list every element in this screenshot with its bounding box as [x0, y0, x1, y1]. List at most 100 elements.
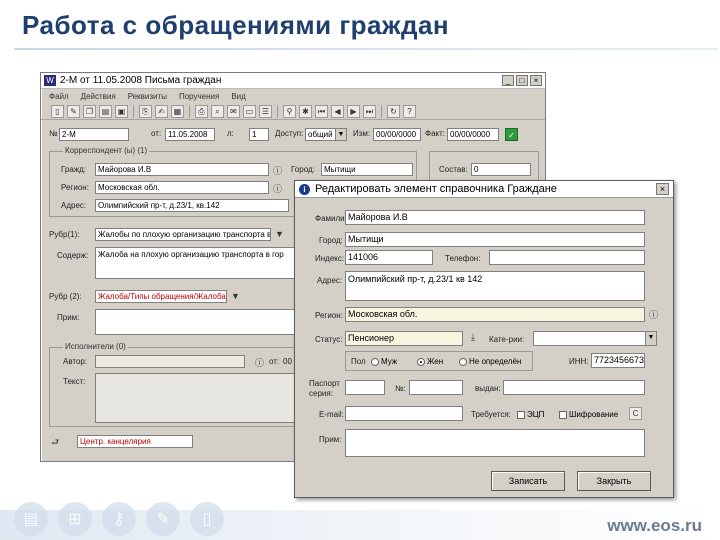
next-icon[interactable]: ▶	[347, 104, 360, 118]
info-icon[interactable]: ⓘ	[255, 356, 264, 369]
city-field[interactable]: Мытищи	[345, 232, 645, 247]
refresh-icon[interactable]: ↻	[387, 104, 400, 118]
changed-date-field[interactable]: 00/00/0000	[373, 128, 421, 141]
attach-icon[interactable]: ⎘	[139, 104, 152, 118]
phone-field[interactable]	[489, 250, 645, 265]
return-icon[interactable]: ⮐	[51, 435, 59, 451]
passport-series-field[interactable]	[345, 380, 385, 395]
author-field[interactable]	[95, 355, 245, 368]
dialog-titlebar: i Редактировать элемент справочника Граж…	[295, 181, 673, 198]
new-doc-icon[interactable]: ▯	[51, 104, 64, 118]
status-label: Статус:	[315, 335, 343, 344]
copy-icon[interactable]: ❐	[83, 104, 96, 118]
dropdown-icon[interactable]: ▼	[275, 229, 284, 239]
encrypt-checkbox[interactable]: Шифрование	[559, 410, 618, 419]
surname-field[interactable]: Майорова И.В	[345, 210, 645, 225]
send-field[interactable]: Жалоба/Типы обращения/Жалоба	[95, 290, 227, 303]
document-icon: ▤	[14, 502, 48, 536]
report-icon[interactable]: ▦	[171, 104, 184, 118]
sign-icon[interactable]: ✍	[155, 104, 168, 118]
menu-requisites[interactable]: Реквизиты	[128, 92, 167, 101]
close-button[interactable]: ×	[656, 183, 669, 195]
rubric-field[interactable]: Жалобы по плохую организацию транспорта …	[95, 228, 271, 241]
region-label: Регион:	[61, 183, 89, 192]
main-window-title: 2-М от 11.05.2008 Письма граждан	[60, 75, 222, 86]
menu-view[interactable]: Вид	[231, 92, 245, 101]
state-field[interactable]: 0	[471, 163, 531, 176]
paste-icon[interactable]: ▤	[99, 104, 112, 118]
issued-field[interactable]	[503, 380, 645, 395]
close-button[interactable]: ×	[530, 75, 542, 86]
address-textarea[interactable]: Олимпийский пр-т, д.23/1 кв 142	[345, 271, 645, 301]
info-icon[interactable]: ⓘ	[649, 308, 658, 321]
gender-male-radio[interactable]: Муж	[371, 357, 397, 366]
edit-icon[interactable]: ✎	[67, 104, 80, 118]
pen-icon: ✎	[146, 502, 180, 536]
first-icon[interactable]: ⏮	[315, 104, 328, 118]
title-divider	[14, 48, 718, 50]
prev-icon[interactable]: ◀	[331, 104, 344, 118]
num-field[interactable]: 2-М	[59, 128, 129, 141]
index-label: Индекс:	[315, 254, 345, 263]
fact-label: Факт:	[425, 129, 446, 138]
region-field[interactable]: Московская обл.	[95, 181, 269, 194]
date-field[interactable]: 11.05.2008	[165, 128, 215, 141]
city-field[interactable]: Мытищи	[321, 163, 413, 176]
maximize-button[interactable]: □	[516, 75, 528, 86]
list-icon[interactable]: ☰	[259, 104, 272, 118]
list-label: л:	[227, 129, 234, 138]
citizen-field[interactable]: Майорова И.В	[95, 163, 269, 176]
note-textarea[interactable]	[345, 429, 645, 457]
office-field[interactable]: Центр. канцелярия	[77, 435, 193, 448]
save-icon[interactable]: ▣	[115, 104, 128, 118]
list-field[interactable]: 1	[249, 128, 269, 141]
link-icon[interactable]: ⤓	[471, 332, 475, 343]
settings-icon[interactable]: ✱	[299, 104, 312, 118]
check-icon[interactable]: ✓	[505, 128, 518, 141]
site-url: www.eos.ru	[607, 516, 702, 535]
search-icon[interactable]: ⌕	[211, 104, 224, 118]
correspondent-group-label: Корреспондент (ы) (1)	[63, 146, 150, 155]
print-icon[interactable]: ⎙	[195, 104, 208, 118]
email-field[interactable]	[345, 406, 463, 421]
menu-orders[interactable]: Поручения	[179, 92, 219, 101]
menu-file[interactable]: Файл	[49, 92, 69, 101]
passport-num-field[interactable]	[409, 380, 463, 395]
gender-undefined-radio[interactable]: Не определён	[459, 357, 521, 366]
text-textarea[interactable]	[95, 373, 295, 423]
pin-icon[interactable]: ⚲	[283, 104, 296, 118]
status-field[interactable]: Пенсионер	[345, 331, 463, 346]
address-field[interactable]: Олимпийский пр-т, д.23/1, кв.142	[95, 199, 289, 212]
category-select[interactable]: ▼	[533, 331, 657, 346]
file-icon: ▯	[190, 502, 224, 536]
last-icon[interactable]: ⏭	[363, 104, 376, 118]
content-textarea[interactable]: Жалоба на плохую организацию транспорта …	[95, 247, 295, 279]
copy-icon[interactable]: C	[629, 407, 642, 420]
menu-actions[interactable]: Действия	[81, 92, 116, 101]
help-icon[interactable]: ?	[403, 104, 416, 118]
gender-female-radio[interactable]: Жен	[417, 357, 443, 366]
prim-label: Прим:	[57, 313, 80, 322]
region-label: Регион:	[315, 311, 343, 320]
content-label: Содерж:	[57, 251, 89, 260]
region-field[interactable]: Московская обл.	[345, 307, 645, 322]
minimize-button[interactable]: _	[502, 75, 514, 86]
org-chart-icon: ⊞	[58, 502, 92, 536]
prim-textarea[interactable]	[95, 309, 295, 335]
fact-date-field[interactable]: 00/00/0000	[447, 128, 499, 141]
gender-label: Пол	[351, 357, 366, 366]
dropdown-icon[interactable]: ▼	[231, 291, 240, 301]
mail-icon[interactable]: ✉	[227, 104, 240, 118]
inn-field[interactable]: 7723456673	[591, 353, 645, 368]
folder-icon[interactable]: ▭	[243, 104, 256, 118]
close-dialog-button[interactable]: Закрыть	[577, 471, 651, 491]
save-button[interactable]: Записать	[491, 471, 565, 491]
city-label: Город:	[319, 236, 343, 245]
email-label: E-mail:	[319, 410, 344, 419]
city-label: Город:	[291, 165, 315, 174]
eds-checkbox[interactable]: ЭЦП	[517, 410, 544, 419]
access-select[interactable]: общий ▼	[305, 128, 347, 141]
index-field[interactable]: 141006	[345, 250, 433, 265]
info-icon[interactable]: ⓘ	[273, 164, 282, 177]
info-icon[interactable]: ⓘ	[273, 182, 282, 195]
